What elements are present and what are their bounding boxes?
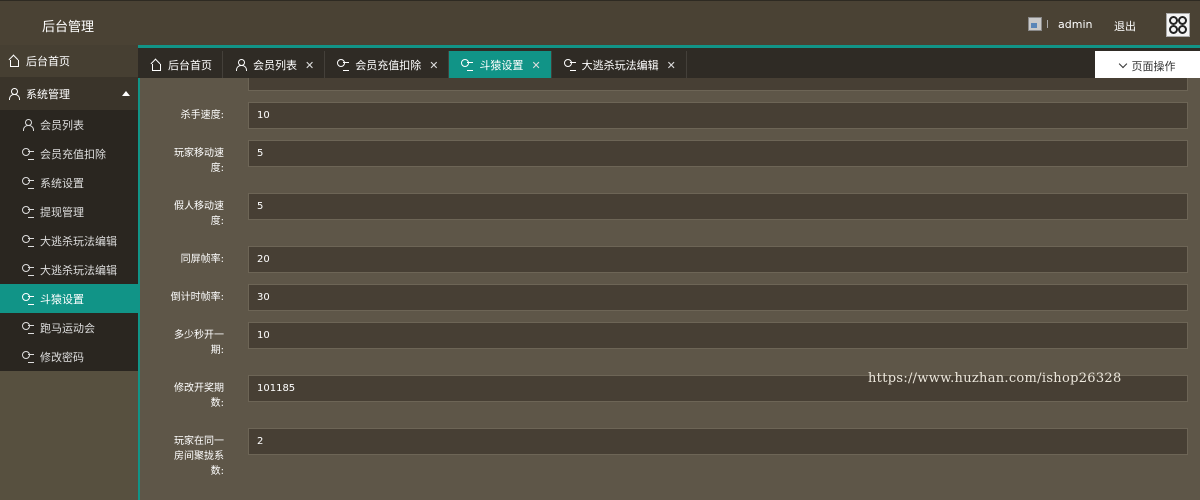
user-avatar-icon[interactable] <box>1028 17 1042 31</box>
settings-icon <box>461 59 474 71</box>
tabs: 后台首页 会员列表 ✕ 会员充值扣除 ✕ 斗猿设置 ✕ 大逃杀玩法编辑 ✕ <box>138 51 687 79</box>
screen-framerate-input[interactable]: 20 <box>248 246 1188 273</box>
close-icon[interactable]: ✕ <box>531 59 540 72</box>
partial-input-field[interactable] <box>248 78 1188 91</box>
sidebar-item-member-list[interactable]: 会员列表 <box>0 110 138 139</box>
sidebar-item-ape-settings[interactable]: 斗猿设置 <box>0 284 138 313</box>
home-icon <box>150 59 162 71</box>
sidebar-item-label: 系统设置 <box>40 176 84 190</box>
sidebar-item-label: 跑马运动会 <box>40 321 95 335</box>
sidebar-home-label: 后台首页 <box>26 55 70 68</box>
sidebar-item-battle-royale-2[interactable]: 大逃杀玩法编辑 <box>0 255 138 284</box>
settings-icon <box>22 350 34 363</box>
field-label: 假人移动速度: <box>174 201 224 227</box>
sidebar-item-label: 修改密码 <box>40 350 84 364</box>
page-operations-button[interactable]: 页面操作 <box>1095 51 1200 80</box>
tab-label: 会员列表 <box>253 59 297 72</box>
tab-member-recharge[interactable]: 会员充值扣除 ✕ <box>325 51 450 79</box>
app-title: 后台管理 <box>42 20 95 35</box>
sidebar-item-change-password[interactable]: 修改密码 <box>0 342 138 371</box>
top-bar: 后台管理 admin 退出 <box>0 0 1200 45</box>
user-icon <box>8 87 20 100</box>
settings-icon <box>22 205 34 218</box>
sidebar-group-label: 系统管理 <box>26 87 70 101</box>
tab-label: 斗猿设置 <box>479 59 524 72</box>
sidebar-item-home[interactable]: 后台首页 <box>0 45 138 77</box>
sidebar-group-system[interactable]: 系统管理 <box>0 77 138 110</box>
watermark-text: https://www.huzhan.com/ishop26328 <box>868 371 1122 386</box>
bot-move-speed-input[interactable]: 5 <box>248 193 1188 220</box>
tab-battle-royale[interactable]: 大逃杀玩法编辑 ✕ <box>552 51 687 79</box>
tab-label: 会员充值扣除 <box>355 59 422 72</box>
sidebar-submenu: 会员列表 会员充值扣除 系统设置 提现管理 大逃杀玩法编辑 大逃杀玩法编辑 斗猿… <box>0 110 138 371</box>
close-icon[interactable]: ✕ <box>667 59 676 72</box>
settings-icon <box>22 292 34 305</box>
main-content: 杀手速度: 10 玩家移动速度: 5 假人移动速度: 5 同屏帧率: 20 倒计… <box>138 78 1200 500</box>
logout-button[interactable]: 退出 <box>1114 18 1136 34</box>
field-label: 玩家在同一房间聚拢系数: <box>174 436 224 477</box>
sidebar-item-label: 提现管理 <box>40 205 84 219</box>
sidebar-item-label: 会员列表 <box>40 118 84 132</box>
sidebar-item-withdrawal[interactable]: 提现管理 <box>0 197 138 226</box>
sidebar-item-horse-race[interactable]: 跑马运动会 <box>0 313 138 342</box>
field-label: 修改开奖期数: <box>174 383 224 409</box>
username[interactable]: admin <box>1058 18 1092 31</box>
sidebar-item-label: 大逃杀玩法编辑 <box>40 263 117 277</box>
clover-logo-icon[interactable] <box>1166 13 1190 37</box>
sidebar-item-member-recharge[interactable]: 会员充值扣除 <box>0 139 138 168</box>
round-interval-input[interactable]: 10 <box>248 322 1188 349</box>
caret-up-icon <box>122 91 130 96</box>
settings-icon <box>22 234 34 247</box>
page-operations-label: 页面操作 <box>1131 59 1176 73</box>
divider <box>1047 20 1048 28</box>
tab-bar: 后台首页 会员列表 ✕ 会员充值扣除 ✕ 斗猿设置 ✕ 大逃杀玩法编辑 ✕ 页面… <box>138 45 1200 80</box>
settings-icon <box>337 59 350 71</box>
close-icon[interactable]: ✕ <box>305 59 314 72</box>
sidebar: 后台首页 系统管理 会员列表 会员充值扣除 系统设置 提现管理 大逃杀玩法编辑 … <box>0 45 138 500</box>
tab-label: 大逃杀玩法编辑 <box>581 59 659 72</box>
settings-icon <box>22 321 34 334</box>
user-icon <box>22 118 34 131</box>
settings-icon <box>22 263 34 276</box>
settings-icon <box>22 147 34 160</box>
countdown-framerate-input[interactable]: 30 <box>248 284 1188 311</box>
sidebar-item-battle-royale-1[interactable]: 大逃杀玩法编辑 <box>0 226 138 255</box>
field-label: 玩家移动速度: <box>174 148 224 174</box>
field-label: 多少秒开一期: <box>174 330 224 356</box>
sidebar-item-system-settings[interactable]: 系统设置 <box>0 168 138 197</box>
tab-member-list[interactable]: 会员列表 ✕ <box>223 51 326 79</box>
chevron-down-icon <box>1118 59 1127 68</box>
field-label: 倒计时帧率: <box>170 292 224 303</box>
player-move-speed-input[interactable]: 5 <box>248 140 1188 167</box>
tab-ape-settings[interactable]: 斗猿设置 ✕ <box>449 51 552 79</box>
close-icon[interactable]: ✕ <box>429 59 438 72</box>
killer-speed-input[interactable]: 10 <box>248 102 1188 129</box>
room-gather-coefficient-input[interactable]: 2 <box>248 428 1188 455</box>
field-label: 杀手速度: <box>180 110 224 121</box>
settings-icon <box>22 176 34 189</box>
tab-label: 后台首页 <box>168 59 212 72</box>
home-icon <box>8 55 20 67</box>
sidebar-item-label: 会员充值扣除 <box>40 147 106 161</box>
tab-home[interactable]: 后台首页 <box>138 51 223 79</box>
settings-icon <box>563 59 576 71</box>
sidebar-item-label: 大逃杀玩法编辑 <box>40 234 117 248</box>
sidebar-item-label: 斗猿设置 <box>40 292 84 306</box>
user-icon <box>235 59 247 71</box>
field-label: 同屏帧率: <box>180 254 224 265</box>
